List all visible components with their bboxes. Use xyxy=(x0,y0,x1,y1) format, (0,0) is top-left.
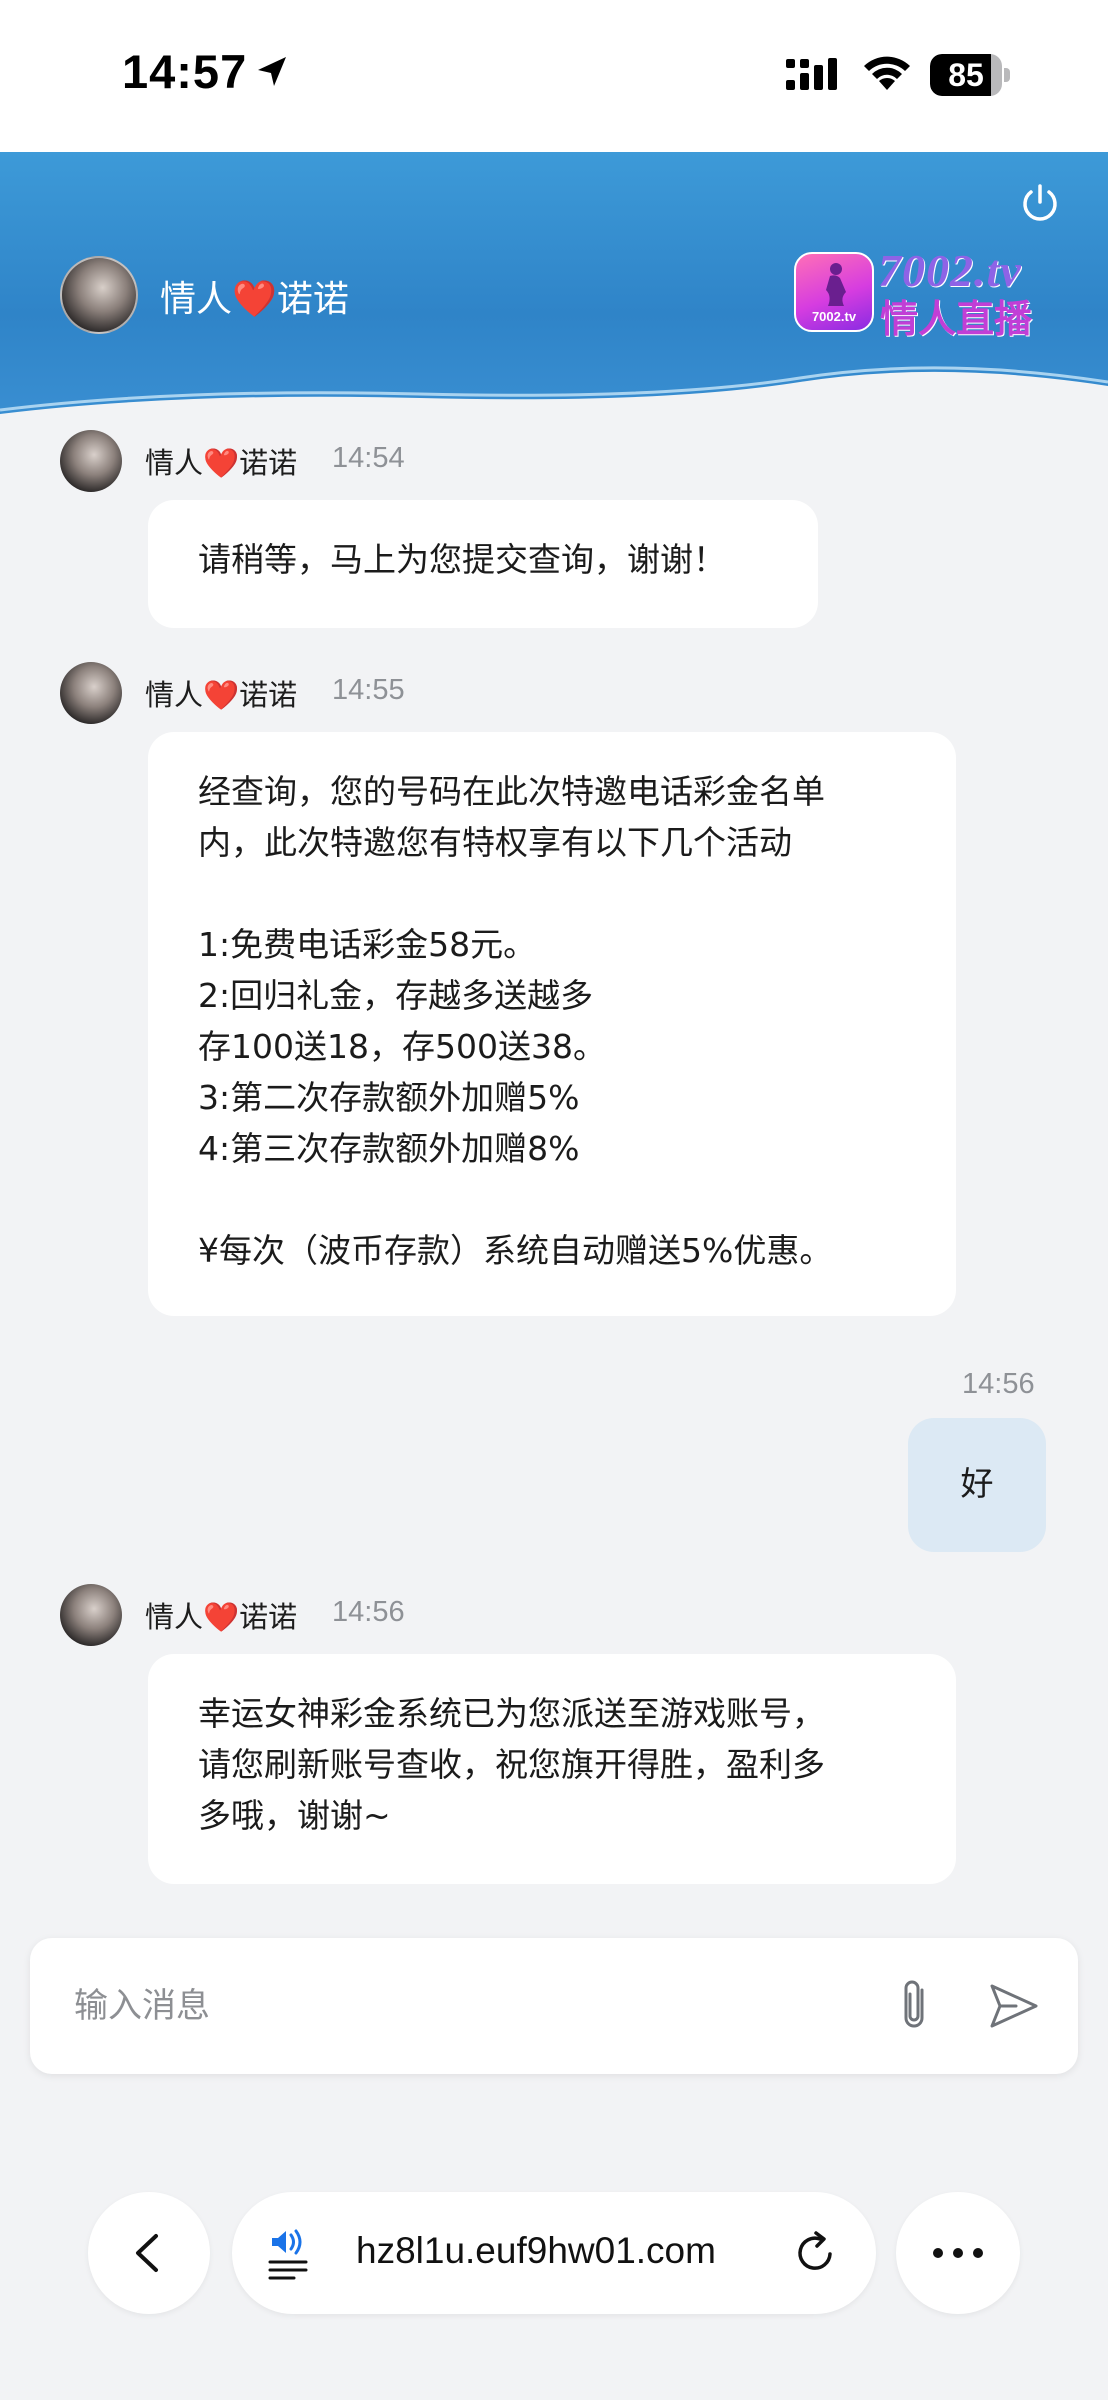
sender-name: 情人❤️诺诺 xyxy=(145,1600,298,1634)
message-time: 14:54 xyxy=(332,442,405,474)
location-arrow-icon xyxy=(258,57,286,86)
message-bubble[interactable]: 经查询，您的号码在此次特邀电话彩金名单 内，此次特邀您有特权享有以下几个活动 1… xyxy=(148,732,956,1316)
paperclip-icon[interactable] xyxy=(892,1976,936,2036)
address-bar[interactable]: hz8l1u.euf9hw01.com xyxy=(232,2192,876,2314)
brand-logo: 7002.tv xyxy=(794,252,874,332)
heart-icon: ❤️ xyxy=(232,279,277,320)
power-icon[interactable] xyxy=(1018,182,1062,226)
back-button[interactable] xyxy=(88,2192,210,2314)
more-dots-icon xyxy=(933,2248,983,2258)
battery-icon: 85 xyxy=(930,54,1010,96)
more-button[interactable] xyxy=(896,2192,1020,2314)
heart-icon: ❤️ xyxy=(203,1600,240,1634)
sender-name: 情人❤️诺诺 xyxy=(145,678,298,712)
battery-level: 85 xyxy=(948,57,984,93)
message-time: 14:56 xyxy=(332,1596,405,1628)
message-bubble-self[interactable]: 好 xyxy=(908,1418,1046,1552)
message-list[interactable]: 情人❤️诺诺 14:54 请稍等，马上为您提交查询，谢谢！ 情人❤️诺诺 14:… xyxy=(0,410,1108,1940)
chat-header: 情人❤️诺诺 7002.tv 7002.tv 情人直播 xyxy=(0,152,1108,422)
status-time: 14:57 xyxy=(122,45,248,98)
back-chevron-icon xyxy=(136,2234,158,2272)
url-text: hz8l1u.euf9hw01.com xyxy=(356,2230,716,2271)
avatar[interactable] xyxy=(60,662,122,724)
reader-audio-icon[interactable] xyxy=(266,2226,320,2280)
browser-toolbar: hz8l1u.euf9hw01.com xyxy=(0,2148,1108,2400)
sender-name: 情人❤️诺诺 xyxy=(145,446,298,480)
avatar[interactable] xyxy=(60,1584,122,1646)
brand-name-cn: 情人直播 xyxy=(880,297,1033,341)
message-composer xyxy=(30,1938,1078,2074)
cellular-signal-icon xyxy=(786,58,837,90)
heart-icon: ❤️ xyxy=(203,446,240,480)
wifi-icon xyxy=(864,56,910,90)
avatar[interactable] xyxy=(60,256,138,334)
status-bar: 14:57 85 xyxy=(0,0,1108,152)
message-bubble[interactable]: 请稍等，马上为您提交查询，谢谢！ xyxy=(148,500,818,628)
message-bubble[interactable]: 幸运女神彩金系统已为您派送至游戏账号， 请您刷新账号查收，祝您旗开得胜，盈利多 … xyxy=(148,1654,956,1884)
send-icon[interactable] xyxy=(986,1978,1042,2034)
avatar[interactable] xyxy=(60,430,122,492)
contact-name: 情人❤️诺诺 xyxy=(160,279,349,320)
reload-icon[interactable] xyxy=(792,2230,838,2276)
heart-icon: ❤️ xyxy=(203,678,240,712)
message-time: 14:56 xyxy=(962,1368,1035,1400)
message-time: 14:55 xyxy=(332,674,405,706)
message-input[interactable] xyxy=(74,1968,854,2044)
dancer-figure-icon xyxy=(826,263,846,306)
